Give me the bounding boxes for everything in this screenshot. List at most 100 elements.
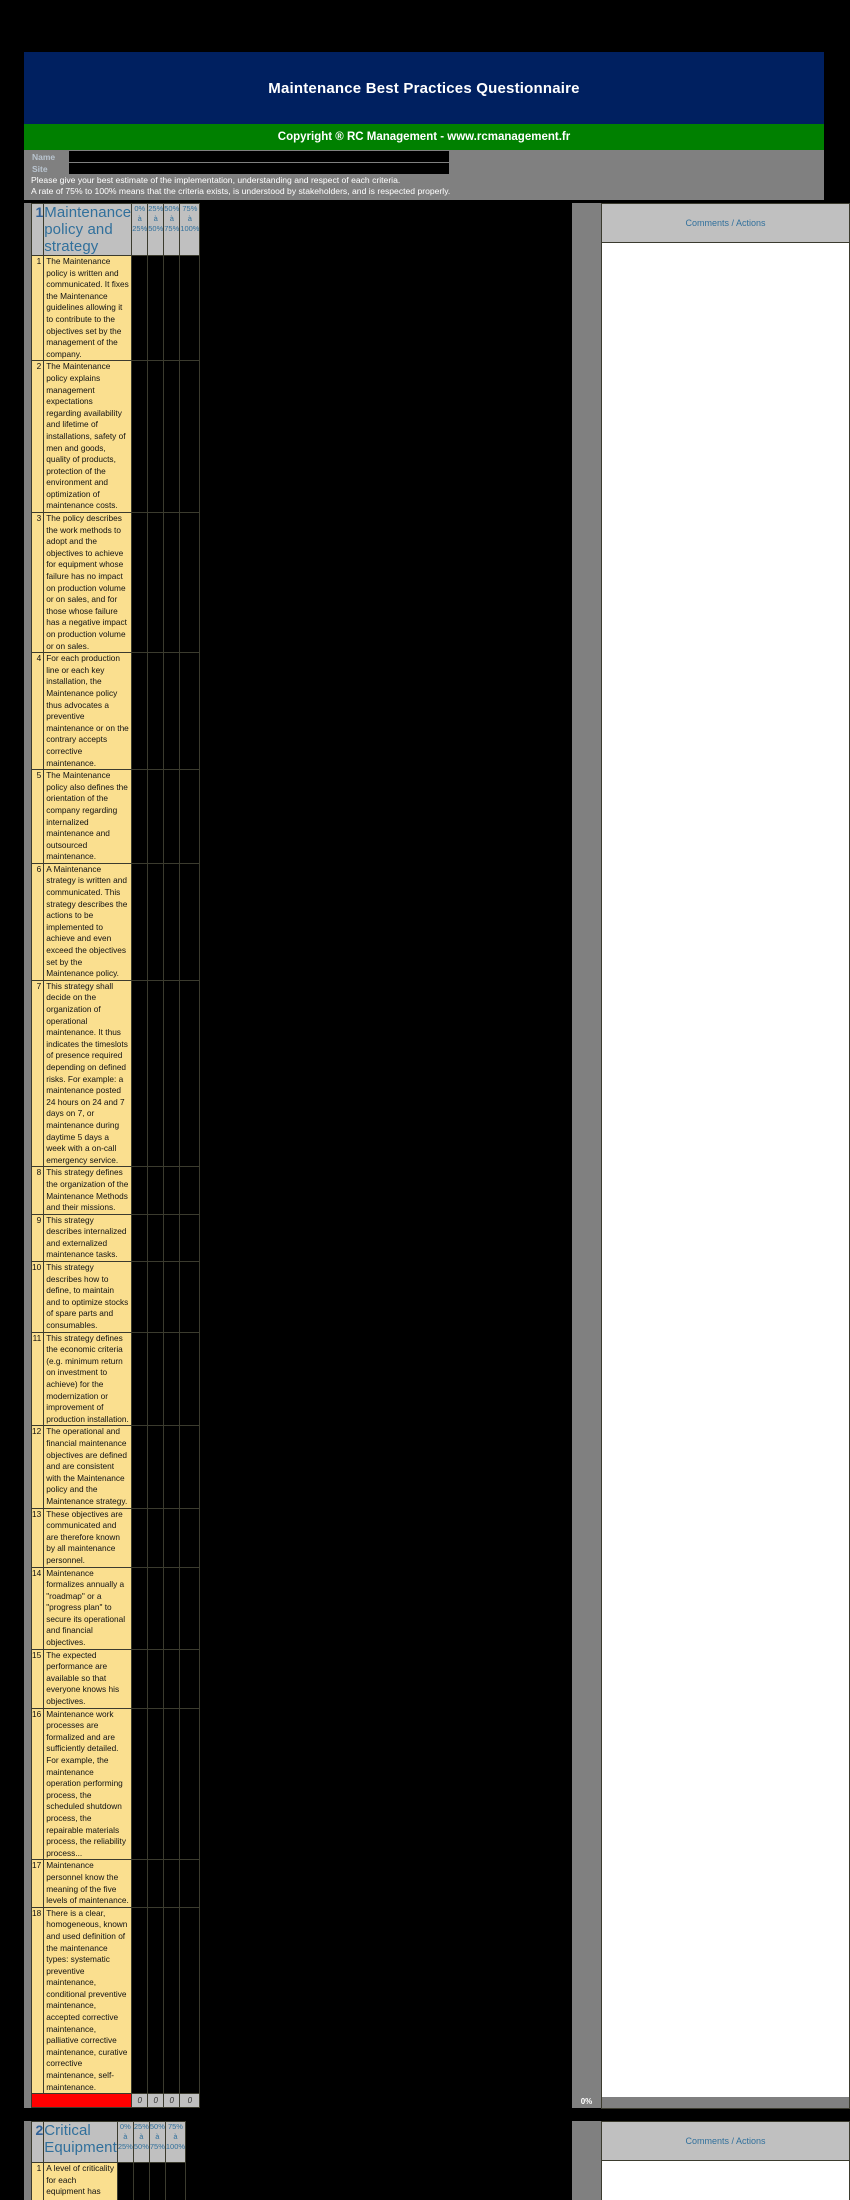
answer-checkbox-50-75[interactable] [164,1567,180,1649]
answer-checkbox-0-25[interactable] [132,1860,148,1907]
comments-header-text: Comments / Actions [685,2136,765,2146]
answer-checkbox-75-100[interactable] [180,1567,200,1649]
answer-checkbox-50-75[interactable] [164,653,180,770]
answer-checkbox-50-75[interactable] [164,1332,180,1426]
answer-checkbox-0-25[interactable] [132,1708,148,1860]
answer-checkbox-50-75[interactable] [164,1214,180,1261]
answer-checkbox-50-75[interactable] [164,1167,180,1214]
answer-checkbox-25-50[interactable] [148,1214,164,1261]
section-1-comments-input[interactable] [602,243,849,2097]
answer-checkbox-0-25[interactable] [132,980,148,1167]
answer-checkbox-25-50[interactable] [148,1167,164,1214]
question-text: The Maintenance policy is written and co… [44,256,132,361]
answer-checkbox-75-100[interactable] [180,1426,200,1508]
answer-checkbox-0-25[interactable] [132,513,148,653]
answer-checkbox-0-25[interactable] [132,1262,148,1333]
answer-checkbox-0-25[interactable] [132,361,148,513]
answer-checkbox-0-25[interactable] [132,1167,148,1214]
question-row: 1A level of criticality for each equipme… [32,2163,186,2200]
answer-checkbox-75-100[interactable] [180,1860,200,1907]
answer-checkbox-75-100[interactable] [180,653,200,770]
section-2-comments-header: Comments / Actions [602,2122,849,2161]
question-text: This strategy defines the economic crite… [44,1332,132,1426]
question-number: 7 [32,980,44,1167]
answer-checkbox-0-25[interactable] [132,653,148,770]
section-1-comments-header: Comments / Actions [602,204,849,243]
answer-checkbox-75-100[interactable] [180,770,200,864]
scale-col-25-50: 25% à 50% [133,2122,149,2163]
answer-checkbox-50-75[interactable] [164,770,180,864]
answer-checkbox-75-100[interactable] [180,256,200,361]
answer-checkbox-0-25[interactable] [132,1508,148,1567]
scale-bottom: 100% [166,2142,185,2152]
answer-checkbox-75-100[interactable] [180,513,200,653]
answer-checkbox-50-75[interactable] [164,256,180,361]
answer-checkbox-50-75[interactable] [164,1508,180,1567]
answer-checkbox-25-50[interactable] [148,1262,164,1333]
answer-checkbox-0-25[interactable] [132,1649,148,1708]
answer-checkbox-75-100[interactable] [180,1167,200,1214]
answer-checkbox-75-100[interactable] [180,1708,200,1860]
answer-checkbox-0-25[interactable] [132,1214,148,1261]
answer-checkbox-75-100[interactable] [180,1907,200,2094]
answer-checkbox-25-50[interactable] [148,980,164,1167]
answer-checkbox-25-50[interactable] [148,1332,164,1426]
total-count-col-1: 0 [132,2094,148,2108]
answer-checkbox-50-75[interactable] [164,1426,180,1508]
answer-checkbox-50-75[interactable] [164,980,180,1167]
answer-checkbox-50-75[interactable] [164,1860,180,1907]
answer-checkbox-25-50[interactable] [148,1907,164,2094]
answer-checkbox-50-75[interactable] [164,513,180,653]
question-row: 11This strategy defines the economic cri… [32,1332,200,1426]
answer-checkbox-75-100[interactable] [180,1332,200,1426]
section-total-bar [32,2094,132,2108]
answer-checkbox-25-50[interactable] [148,1508,164,1567]
answer-checkbox-75-100[interactable] [180,1214,200,1261]
section-2-comments-input[interactable] [602,2161,849,2200]
scale-col-75-100: 75% à 100% [165,2122,185,2163]
answer-checkbox-25-50[interactable] [148,863,164,980]
answer-checkbox-25-50[interactable] [148,770,164,864]
question-row: 8This strategy defines the organization … [32,1167,200,1214]
name-label: Name [32,152,55,162]
answer-checkbox-50-75[interactable] [164,1907,180,2094]
answer-checkbox-25-50[interactable] [148,1426,164,1508]
answer-checkbox-75-100[interactable] [180,361,200,513]
answer-checkbox-50-75[interactable] [164,1262,180,1333]
site-input[interactable] [69,163,449,174]
answer-checkbox-75-100[interactable] [180,1508,200,1567]
answer-checkbox-0-25[interactable] [132,1332,148,1426]
answer-checkbox-50-75[interactable] [149,2163,165,2200]
answer-checkbox-25-50[interactable] [148,1708,164,1860]
answer-checkbox-25-50[interactable] [148,1649,164,1708]
answer-checkbox-50-75[interactable] [164,1649,180,1708]
answer-checkbox-75-100[interactable] [165,2163,185,2200]
answer-checkbox-25-50[interactable] [148,1860,164,1907]
answer-checkbox-25-50[interactable] [148,361,164,513]
answer-checkbox-0-25[interactable] [132,1426,148,1508]
answer-checkbox-25-50[interactable] [148,1567,164,1649]
answer-checkbox-0-25[interactable] [117,2163,133,2200]
answer-checkbox-0-25[interactable] [132,863,148,980]
question-text: A Maintenance strategy is written and co… [44,863,132,980]
answer-checkbox-75-100[interactable] [180,863,200,980]
name-input[interactable] [69,151,449,162]
answer-checkbox-25-50[interactable] [133,2163,149,2200]
answer-checkbox-75-100[interactable] [180,980,200,1167]
answer-checkbox-50-75[interactable] [164,361,180,513]
answer-checkbox-75-100[interactable] [180,1262,200,1333]
question-number: 13 [32,1508,44,1567]
answer-checkbox-0-25[interactable] [132,1907,148,2094]
answer-checkbox-25-50[interactable] [148,653,164,770]
answer-checkbox-75-100[interactable] [180,1649,200,1708]
section-2-comments-panel: Comments / Actions [601,2121,850,2200]
answer-checkbox-50-75[interactable] [164,863,180,980]
answer-checkbox-50-75[interactable] [164,1708,180,1860]
answer-checkbox-25-50[interactable] [148,513,164,653]
answer-checkbox-0-25[interactable] [132,1567,148,1649]
answer-checkbox-25-50[interactable] [148,256,164,361]
question-row: 10This strategy describes how to define,… [32,1262,200,1333]
answer-checkbox-0-25[interactable] [132,256,148,361]
total-count-col-4: 0 [180,2094,200,2108]
answer-checkbox-0-25[interactable] [132,770,148,864]
